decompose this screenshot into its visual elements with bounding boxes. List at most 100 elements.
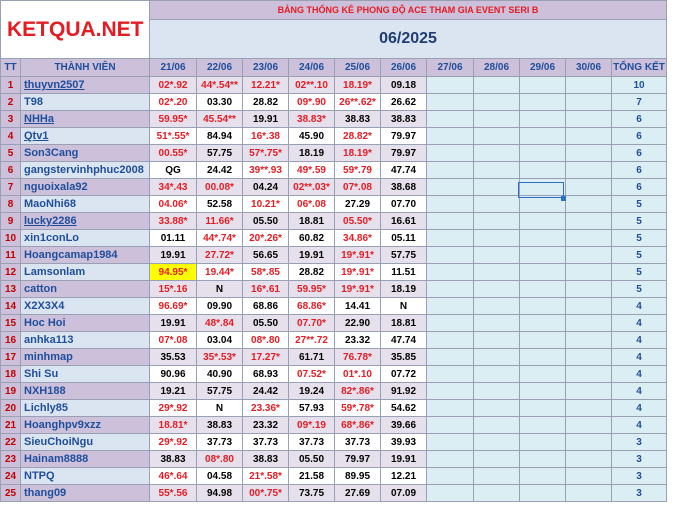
- empty-cell[interactable]: [473, 161, 520, 179]
- empty-cell[interactable]: [519, 263, 566, 281]
- result-cell[interactable]: N: [380, 297, 427, 315]
- empty-cell[interactable]: [473, 314, 520, 332]
- result-cell[interactable]: 82*.86*: [334, 382, 381, 400]
- result-cell[interactable]: 27.72*: [196, 246, 243, 264]
- result-cell[interactable]: 57.75: [196, 382, 243, 400]
- member-name[interactable]: Son3Cang: [20, 144, 150, 162]
- result-cell[interactable]: 58*.85: [242, 263, 289, 281]
- empty-cell[interactable]: [426, 263, 474, 281]
- result-cell[interactable]: 35*.53*: [196, 348, 243, 366]
- result-cell[interactable]: 48*.84: [196, 314, 243, 332]
- member-name[interactable]: NXH188: [20, 382, 150, 400]
- result-cell[interactable]: 16*.61: [242, 280, 289, 298]
- empty-cell[interactable]: [426, 212, 474, 230]
- empty-cell[interactable]: [519, 178, 566, 196]
- result-cell[interactable]: 44*.74*: [196, 229, 243, 247]
- empty-cell[interactable]: [426, 348, 474, 366]
- result-cell[interactable]: N: [196, 280, 243, 298]
- result-cell[interactable]: 28.82: [288, 263, 335, 281]
- empty-cell[interactable]: [519, 399, 566, 417]
- empty-cell[interactable]: [565, 382, 612, 400]
- result-cell[interactable]: 51*.55*: [149, 127, 197, 145]
- member-name[interactable]: X2X3X4: [20, 297, 150, 315]
- member-name[interactable]: catton: [20, 280, 150, 298]
- empty-cell[interactable]: [426, 110, 474, 128]
- result-cell[interactable]: 18.81: [380, 314, 427, 332]
- result-cell[interactable]: 39**.93: [242, 161, 289, 179]
- result-cell[interactable]: 44*.54**: [196, 76, 243, 94]
- empty-cell[interactable]: [519, 314, 566, 332]
- empty-cell[interactable]: [565, 450, 612, 468]
- result-cell[interactable]: 59*.79: [334, 161, 381, 179]
- result-cell[interactable]: 19.91: [288, 246, 335, 264]
- result-cell[interactable]: 38.83: [334, 110, 381, 128]
- empty-cell[interactable]: [426, 331, 474, 349]
- empty-cell[interactable]: [565, 127, 612, 145]
- empty-cell[interactable]: [426, 416, 474, 434]
- result-cell[interactable]: 02**.03*: [288, 178, 335, 196]
- result-cell[interactable]: 37.73: [242, 433, 289, 451]
- member-name[interactable]: NTPQ: [20, 467, 150, 485]
- empty-cell[interactable]: [426, 144, 474, 162]
- empty-cell[interactable]: [426, 127, 474, 145]
- empty-cell[interactable]: [473, 246, 520, 264]
- result-cell[interactable]: 04.24: [242, 178, 289, 196]
- result-cell[interactable]: 05.50*: [334, 212, 381, 230]
- empty-cell[interactable]: [426, 484, 474, 502]
- empty-cell[interactable]: [473, 263, 520, 281]
- result-cell[interactable]: 19.24: [288, 382, 335, 400]
- result-cell[interactable]: 19.91: [149, 246, 197, 264]
- result-cell[interactable]: 26.62: [380, 93, 427, 111]
- result-cell[interactable]: 09*.90: [288, 93, 335, 111]
- result-cell[interactable]: 34*.43: [149, 178, 197, 196]
- result-cell[interactable]: 60.82: [288, 229, 335, 247]
- result-cell[interactable]: 16*.38: [242, 127, 289, 145]
- result-cell[interactable]: 38.83*: [288, 110, 335, 128]
- empty-cell[interactable]: [519, 76, 566, 94]
- member-name[interactable]: SieuChoiNgu: [20, 433, 150, 451]
- result-cell[interactable]: 47.74: [380, 161, 427, 179]
- result-cell[interactable]: 33.88*: [149, 212, 197, 230]
- result-cell[interactable]: 96.69*: [149, 297, 197, 315]
- empty-cell[interactable]: [426, 450, 474, 468]
- result-cell[interactable]: 14.41: [334, 297, 381, 315]
- result-cell[interactable]: 37.73: [334, 433, 381, 451]
- result-cell[interactable]: 00*.75*: [242, 484, 289, 502]
- result-cell[interactable]: 15*.16: [149, 280, 197, 298]
- empty-cell[interactable]: [473, 127, 520, 145]
- result-cell[interactable]: 12.21: [380, 467, 427, 485]
- result-cell[interactable]: 94.98: [196, 484, 243, 502]
- result-cell[interactable]: 11.51: [380, 263, 427, 281]
- empty-cell[interactable]: [473, 110, 520, 128]
- empty-cell[interactable]: [519, 331, 566, 349]
- result-cell[interactable]: 37.73: [288, 433, 335, 451]
- empty-cell[interactable]: [565, 348, 612, 366]
- empty-cell[interactable]: [519, 484, 566, 502]
- result-cell[interactable]: 27.29: [334, 195, 381, 213]
- empty-cell[interactable]: [565, 178, 612, 196]
- empty-cell[interactable]: [565, 365, 612, 383]
- empty-cell[interactable]: [519, 433, 566, 451]
- member-name[interactable]: NHHa: [20, 110, 150, 128]
- empty-cell[interactable]: [426, 399, 474, 417]
- result-cell[interactable]: 19*.91*: [334, 280, 381, 298]
- result-cell[interactable]: 27.69: [334, 484, 381, 502]
- result-cell[interactable]: 29*.92: [149, 399, 197, 417]
- result-cell[interactable]: 84.94: [196, 127, 243, 145]
- empty-cell[interactable]: [473, 416, 520, 434]
- result-cell[interactable]: 18.19: [288, 144, 335, 162]
- empty-cell[interactable]: [565, 467, 612, 485]
- fill-handle[interactable]: [561, 196, 566, 201]
- result-cell[interactable]: 76.78*: [334, 348, 381, 366]
- empty-cell[interactable]: [473, 331, 520, 349]
- result-cell[interactable]: 05.50: [242, 314, 289, 332]
- empty-cell[interactable]: [473, 484, 520, 502]
- result-cell[interactable]: 08*.80: [242, 331, 289, 349]
- result-cell[interactable]: 38.68: [380, 178, 427, 196]
- member-name[interactable]: Hoc Hoi: [20, 314, 150, 332]
- result-cell[interactable]: 19*.91*: [334, 246, 381, 264]
- empty-cell[interactable]: [519, 382, 566, 400]
- result-cell[interactable]: 68.86: [242, 297, 289, 315]
- member-name[interactable]: lucky2286: [20, 212, 150, 230]
- result-cell[interactable]: 37.73: [196, 433, 243, 451]
